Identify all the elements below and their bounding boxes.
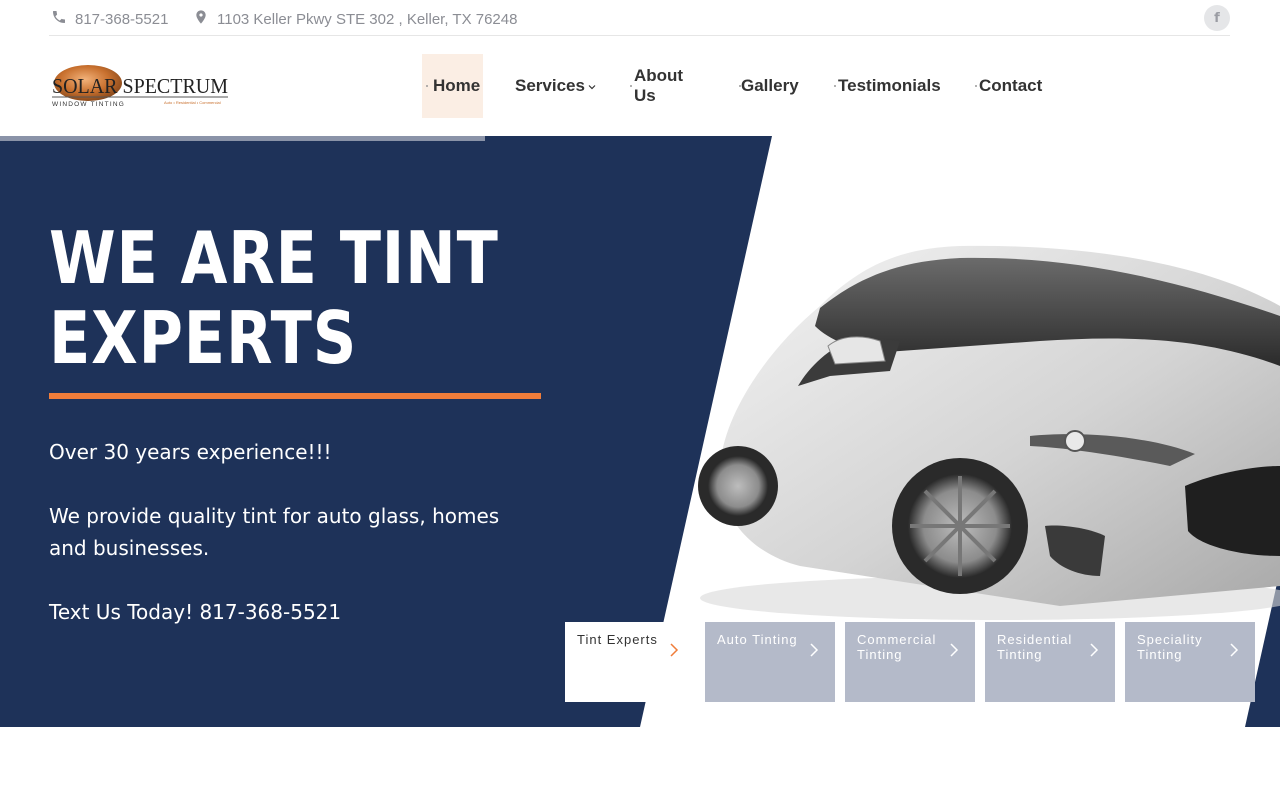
site-header: SOLAR SPECTRUM WINDOW TINTING Auto • Res… [0, 37, 1280, 136]
slider-progress-bar [0, 136, 485, 141]
hero-cta: Text Us Today! 817-368-5521 [49, 600, 342, 624]
topbar-address[interactable]: 1103 Keller Pkwy STE 302 , Keller, TX 76… [193, 9, 517, 29]
topbar-phone[interactable]: 817-368-5521 [51, 9, 168, 29]
nav-separator-dot [834, 85, 836, 87]
nav-home[interactable]: Home [422, 54, 483, 118]
nav-gallery-label: Gallery [741, 76, 799, 95]
car-image [698, 245, 1280, 620]
address-text: 1103 Keller Pkwy STE 302 , Keller, TX 76… [217, 10, 518, 28]
nav-about-label: About Us [634, 66, 684, 105]
hero-slider: WE ARE TINT EXPERTS Over 30 years experi… [0, 136, 1280, 727]
nav-home-label: Home [433, 76, 481, 95]
location-pin-icon [193, 9, 209, 29]
nav-separator-dot [630, 85, 632, 87]
headline-underline [49, 393, 541, 399]
tile-label: Speciality Tinting [1137, 632, 1203, 662]
site-logo[interactable]: SOLAR SPECTRUM WINDOW TINTING Auto • Res… [50, 65, 230, 109]
logo-brand-text: SOLAR SPECTRUM [52, 74, 228, 98]
nav-contact[interactable]: Contact [971, 54, 1042, 118]
hero-headline: WE ARE TINT EXPERTS [49, 218, 553, 378]
tile-tint-experts[interactable]: Tint Experts [565, 622, 695, 702]
hero-description: We provide quality tint for auto glass, … [49, 504, 500, 560]
nav-contact-label: Contact [979, 76, 1043, 95]
nav-testimonials-label: Testimonials [838, 76, 941, 95]
tile-label: Commercial Tinting [857, 632, 937, 662]
tile-commercial-tinting[interactable]: Commercial Tinting [845, 622, 975, 702]
chevron-down-icon [588, 82, 596, 93]
nav-services[interactable]: Services [515, 54, 596, 118]
phone-icon [51, 9, 67, 29]
hero-headline-line2: EXPERTS [49, 296, 358, 380]
phone-number: 817-368-5521 [75, 10, 169, 28]
nav-separator-dot [426, 85, 428, 87]
chevron-right-icon [1090, 643, 1099, 657]
chevron-right-icon [810, 643, 819, 657]
top-bar: 817-368-5521 1103 Keller Pkwy STE 302 , … [49, 0, 1230, 36]
nav-separator-dot [739, 85, 741, 87]
logo-subline: Auto • Residential • Commercial [164, 100, 221, 105]
logo-tagline: WINDOW TINTING [52, 101, 125, 108]
nav-gallery[interactable]: Gallery [737, 54, 799, 118]
tile-auto-tinting[interactable]: Auto Tinting [705, 622, 835, 702]
nav-services-label: Services [515, 76, 585, 95]
nav-about-us[interactable]: About Us [626, 54, 683, 118]
hero-experience: Over 30 years experience!!! [49, 440, 332, 464]
tile-label: Auto Tinting [717, 632, 798, 647]
chevron-right-icon [670, 643, 679, 657]
nav-separator-dot [975, 85, 977, 87]
tile-residential-tinting[interactable]: Residential Tinting [985, 622, 1115, 702]
chevron-right-icon [950, 643, 959, 657]
tile-label: Residential Tinting [997, 632, 1073, 662]
nav-testimonials[interactable]: Testimonials [830, 54, 941, 118]
tile-label: Tint Experts [577, 632, 658, 647]
tile-speciality-tinting[interactable]: Speciality Tinting [1125, 622, 1255, 702]
chevron-right-icon [1230, 643, 1239, 657]
facebook-icon[interactable]: f [1204, 5, 1230, 31]
hero-headline-line1: WE ARE TINT [49, 216, 499, 300]
